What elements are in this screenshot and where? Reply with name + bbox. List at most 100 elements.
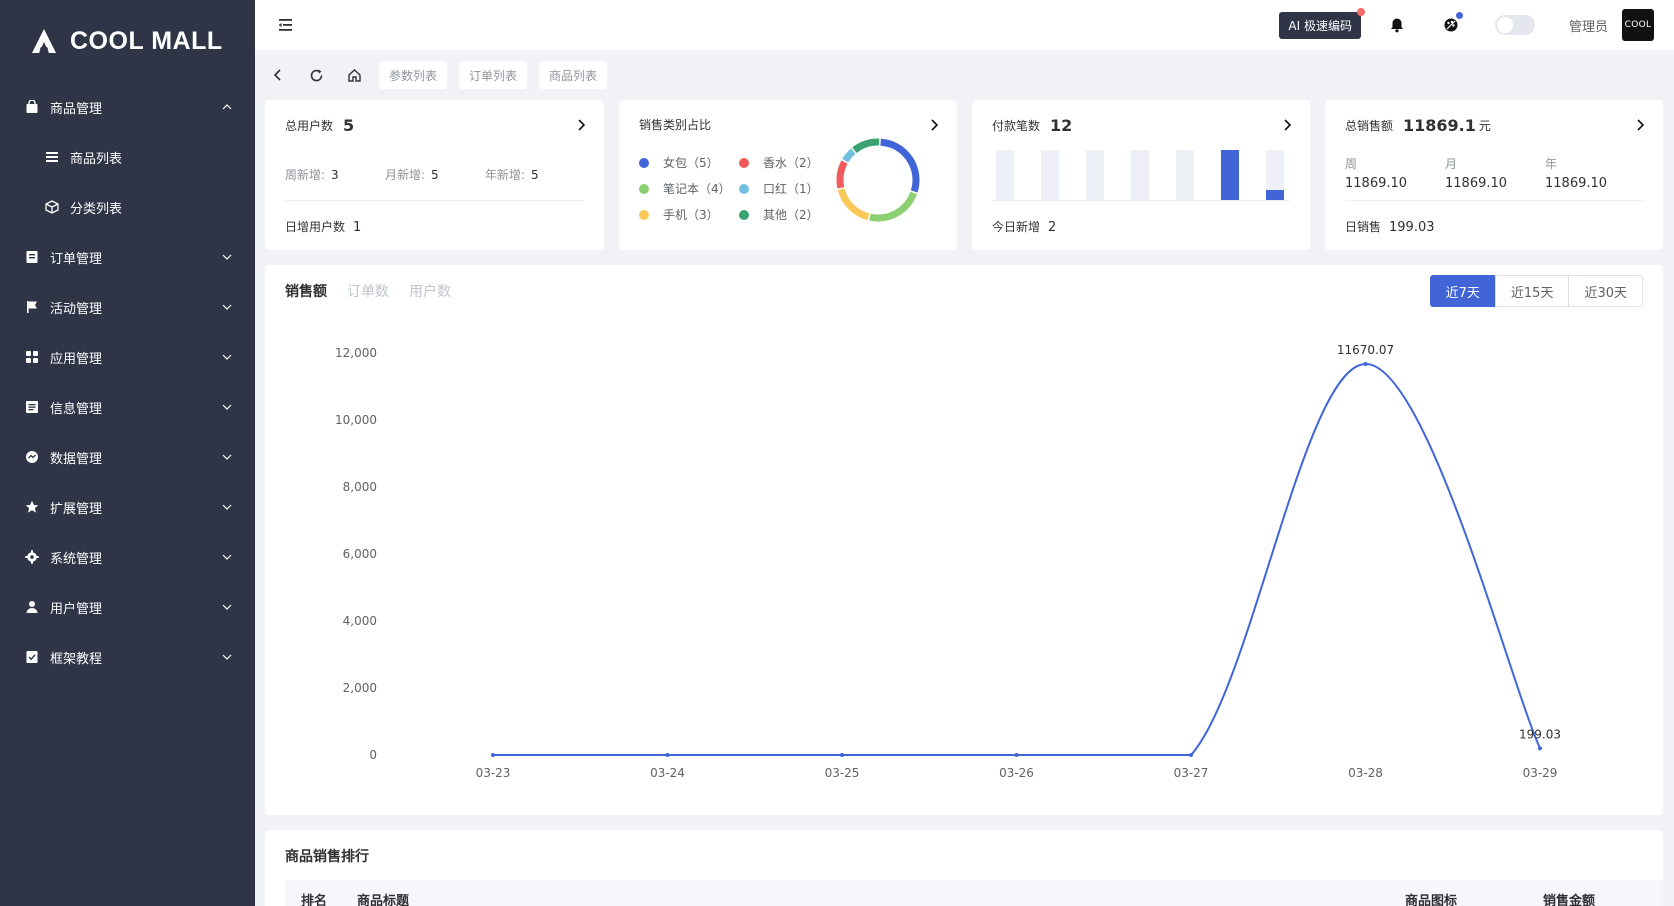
legend-item: 其他（2） bbox=[739, 206, 829, 223]
home-icon[interactable] bbox=[341, 62, 367, 88]
status-dot bbox=[1455, 12, 1463, 19]
back-icon[interactable] bbox=[265, 62, 291, 88]
card-title: 总用户数 bbox=[285, 119, 334, 133]
stat-label: 年 bbox=[1545, 157, 1558, 171]
sidebar-item-users[interactable]: 用户管理 bbox=[0, 582, 255, 632]
card-title: 销售类别占比 bbox=[639, 118, 712, 132]
sidebar-item-label: 商品列表 bbox=[70, 151, 123, 167]
donut-slice[interactable] bbox=[842, 148, 856, 163]
stat-label: 月新增: bbox=[385, 168, 426, 182]
avatar[interactable]: COOL bbox=[1622, 9, 1654, 41]
data-icon bbox=[24, 449, 40, 465]
menu-fold-icon[interactable] bbox=[275, 15, 295, 35]
sidebar-item-apps[interactable]: 应用管理 bbox=[0, 332, 255, 382]
ai-coding-button[interactable]: AI 极速编码 bbox=[1279, 7, 1365, 39]
tab-user-count[interactable]: 用户数 bbox=[409, 281, 451, 301]
stat-value: 11869.10 bbox=[1445, 176, 1508, 191]
payments-mini-bar-chart bbox=[996, 150, 1284, 200]
sidebar-item-category-list[interactable]: 分类列表 bbox=[0, 182, 255, 232]
topbar: AI 极速编码 管理员 COOL bbox=[255, 0, 1674, 50]
mini-bar[interactable] bbox=[1266, 190, 1284, 200]
chevron-right-icon[interactable] bbox=[1280, 118, 1294, 132]
sidebar-item-activity[interactable]: 活动管理 bbox=[0, 282, 255, 332]
tab-orders[interactable]: 订单列表 bbox=[459, 61, 528, 89]
chevron-right-icon[interactable] bbox=[1633, 118, 1647, 132]
sidebar-item-orders[interactable]: 订单管理 bbox=[0, 232, 255, 282]
mini-bar[interactable] bbox=[1221, 150, 1239, 200]
stat-label: 月 bbox=[1445, 157, 1458, 171]
sidebar-item-data[interactable]: 数据管理 bbox=[0, 432, 255, 482]
logo[interactable]: COOL MALL bbox=[0, 0, 255, 82]
data-point[interactable] bbox=[1363, 362, 1368, 367]
data-point[interactable] bbox=[1189, 753, 1193, 757]
donut-slice[interactable] bbox=[836, 160, 848, 189]
footer-label: 日销售 bbox=[1345, 220, 1382, 234]
refresh-icon[interactable] bbox=[303, 62, 329, 88]
data-point[interactable] bbox=[665, 753, 670, 757]
legend-label: 其他（2） bbox=[763, 208, 819, 222]
sidebar-item-tutorial[interactable]: 框架教程 bbox=[0, 632, 255, 682]
chevron-right-icon[interactable] bbox=[927, 118, 941, 132]
stat-value: 5 bbox=[431, 168, 439, 182]
legend-item: 香水（2） bbox=[739, 154, 829, 171]
sidebar-item-label: 数据管理 bbox=[50, 451, 103, 467]
sidebar-item-goods-list[interactable]: 商品列表 bbox=[0, 132, 255, 182]
sidebar: COOL MALL 商品管理 商品列表 分类列表 订单管理 活动管理 应用管理 bbox=[0, 0, 255, 906]
logo-text: COOL MALL bbox=[70, 26, 223, 55]
date-range-buttons: 近7天 近15天 近30天 bbox=[1429, 275, 1643, 307]
legend-label: 笔记本（4） bbox=[663, 182, 731, 196]
data-point[interactable] bbox=[1538, 746, 1542, 751]
chevron-up-icon bbox=[222, 104, 232, 110]
sales-line-chart: 0 2,000 4,000 6,000 8,000 10,000 12,000 03-23 03… bbox=[335, 343, 1561, 780]
legend-dot bbox=[639, 209, 649, 220]
range-7-days-button[interactable]: 近7天 bbox=[1429, 275, 1496, 307]
donut-slice[interactable] bbox=[880, 138, 920, 193]
legend-item: 女包（5） bbox=[639, 154, 739, 171]
card-unit: 元 bbox=[1478, 119, 1491, 133]
sidebar-item-system[interactable]: 系统管理 bbox=[0, 532, 255, 582]
tab-sales-amount[interactable]: 销售额 bbox=[285, 281, 327, 301]
donut-slice[interactable] bbox=[837, 188, 870, 221]
chevron-right-icon[interactable] bbox=[574, 118, 588, 132]
card-header: 付款笔数 12 bbox=[992, 116, 1294, 135]
data-point[interactable] bbox=[840, 753, 844, 757]
footer-value: 199.03 bbox=[1389, 220, 1435, 235]
gear-icon bbox=[24, 549, 40, 565]
sidebar-item-label: 分类列表 bbox=[70, 201, 123, 217]
legend-item: 手机（3） bbox=[639, 206, 739, 223]
username[interactable]: 管理员 bbox=[1569, 16, 1608, 35]
tab-order-count[interactable]: 订单数 bbox=[347, 281, 389, 301]
theme-palette-icon[interactable] bbox=[1441, 12, 1463, 35]
card-header: 总用户数 5 bbox=[285, 116, 588, 135]
mini-bar-track bbox=[1131, 150, 1149, 200]
legend-dot bbox=[739, 183, 749, 194]
tab-goods[interactable]: 商品列表 bbox=[539, 61, 608, 89]
donut-slice[interactable] bbox=[869, 191, 918, 222]
sidebar-item-goods[interactable]: 商品管理 bbox=[0, 82, 255, 132]
legend-dot bbox=[639, 183, 649, 194]
mini-bar-track bbox=[996, 150, 1014, 200]
month-new: 月新增: 5 bbox=[385, 166, 485, 183]
ranking-table-header: 排名 商品标题 商品图标 销售金额 bbox=[285, 880, 1663, 906]
data-point[interactable] bbox=[491, 753, 495, 757]
sidebar-item-extension[interactable]: 扩展管理 bbox=[0, 482, 255, 532]
card-sales-category: 销售类别占比 女包（5） 香水（2） 笔记本（4） 口红（1） 手机（3） 其他… bbox=[619, 100, 957, 250]
range-15-days-button[interactable]: 近15天 bbox=[1494, 275, 1570, 307]
legend-label: 口红（1） bbox=[763, 182, 819, 196]
col-amount: 销售金额 bbox=[1543, 894, 1596, 906]
card-footer: 日增用户数 1 bbox=[285, 218, 361, 235]
stat-label: 年新增: bbox=[485, 168, 526, 182]
mini-bar-track bbox=[1086, 150, 1104, 200]
data-point[interactable] bbox=[1014, 753, 1019, 757]
bell-icon[interactable] bbox=[1387, 15, 1407, 35]
sales-year: 年 11869.10 bbox=[1545, 155, 1645, 191]
tab-params[interactable]: 参数列表 bbox=[379, 61, 448, 89]
dark-mode-toggle[interactable] bbox=[1494, 15, 1535, 35]
legend-label: 香水（2） bbox=[763, 156, 819, 170]
chevron-down-icon bbox=[222, 454, 232, 460]
donut-slice[interactable] bbox=[852, 138, 880, 154]
sidebar-item-info[interactable]: 信息管理 bbox=[0, 382, 255, 432]
footer-value: 1 bbox=[353, 220, 362, 235]
range-30-days-button[interactable]: 近30天 bbox=[1568, 275, 1643, 307]
legend-item: 口红（1） bbox=[739, 180, 829, 197]
